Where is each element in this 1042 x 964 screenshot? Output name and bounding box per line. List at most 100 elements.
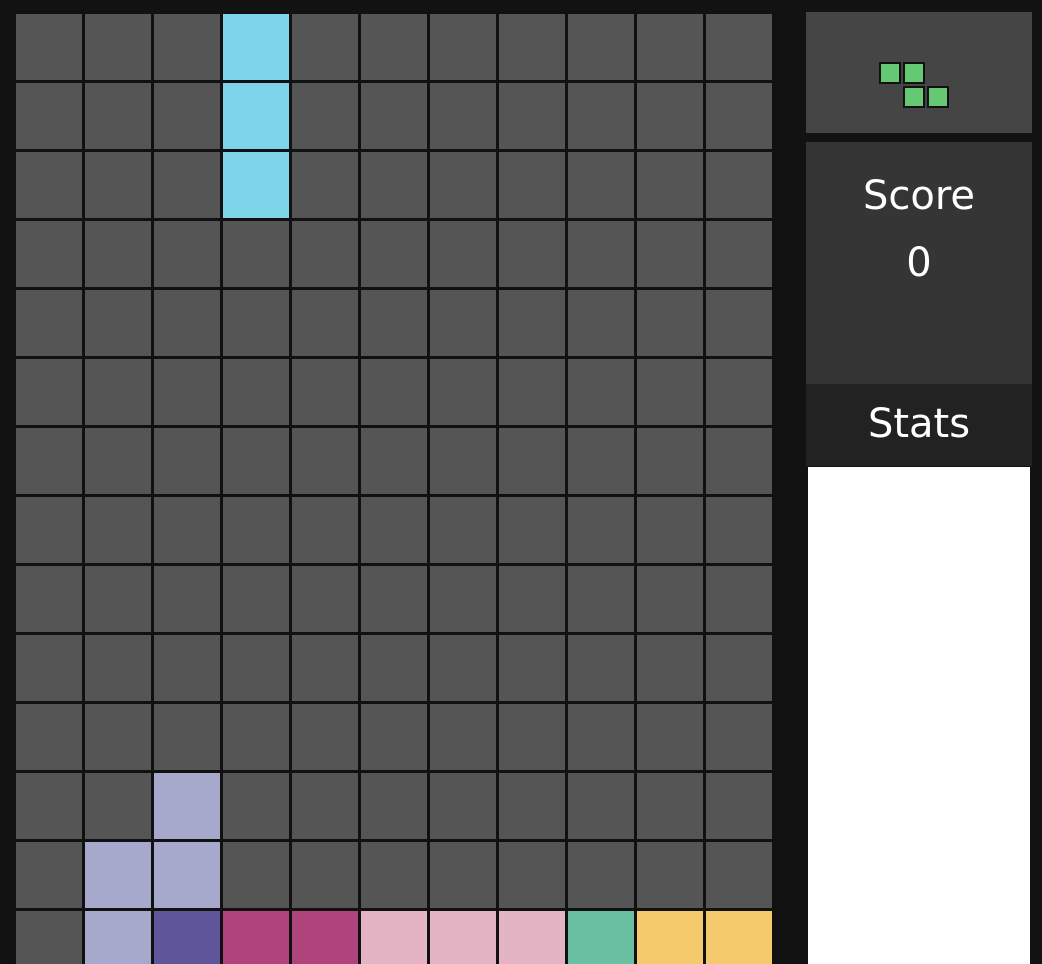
- board-cell-filled: [361, 911, 427, 964]
- board-cell: [430, 290, 496, 356]
- board-cell: [85, 497, 151, 563]
- board-cell: [430, 428, 496, 494]
- next-piece-block: [903, 86, 925, 108]
- board-cell-filled: [292, 911, 358, 964]
- board-cell: [16, 152, 82, 218]
- board-cell: [223, 428, 289, 494]
- board-cell: [16, 359, 82, 425]
- board-cell-filled: [85, 842, 151, 908]
- board-cell: [85, 773, 151, 839]
- board-cell: [16, 428, 82, 494]
- board-cell: [568, 152, 634, 218]
- board-cell: [499, 359, 565, 425]
- board-cell: [85, 635, 151, 701]
- board-cell: [706, 704, 772, 770]
- board-cell: [499, 14, 565, 80]
- score-label: Score: [862, 173, 976, 219]
- board-cell: [637, 221, 703, 287]
- stats-header[interactable]: Stats: [806, 384, 1032, 466]
- board-cell: [430, 221, 496, 287]
- board-cell: [430, 773, 496, 839]
- board-cell: [706, 83, 772, 149]
- board-cell: [637, 359, 703, 425]
- board-cell: [154, 635, 220, 701]
- score-value: 0: [906, 240, 932, 286]
- board-cell: [568, 14, 634, 80]
- board-cell: [292, 773, 358, 839]
- board-cell: [637, 14, 703, 80]
- board-cell: [16, 290, 82, 356]
- board-cell: [223, 704, 289, 770]
- board-cell: [568, 773, 634, 839]
- board-cell: [499, 428, 565, 494]
- board-cell: [361, 635, 427, 701]
- board-cell: [85, 221, 151, 287]
- next-piece-panel: [806, 12, 1032, 133]
- board-cell: [223, 773, 289, 839]
- next-piece-block: [927, 86, 949, 108]
- board-cell: [637, 428, 703, 494]
- board-cell: [568, 359, 634, 425]
- game-board: [14, 12, 776, 964]
- board-cell: [154, 290, 220, 356]
- board-cell: [361, 566, 427, 632]
- board-cell: [568, 497, 634, 563]
- board-cell: [16, 497, 82, 563]
- board-cell: [16, 566, 82, 632]
- board-cell: [706, 635, 772, 701]
- board-cell: [154, 428, 220, 494]
- board-cell: [154, 359, 220, 425]
- board-cell: [292, 842, 358, 908]
- board-cell: [499, 842, 565, 908]
- board-cell: [706, 14, 772, 80]
- board-cell: [85, 428, 151, 494]
- board-cell: [16, 842, 82, 908]
- board-cell: [430, 359, 496, 425]
- board-cell: [499, 566, 565, 632]
- board-cell: [223, 497, 289, 563]
- board-cell: [499, 221, 565, 287]
- board-cell: [361, 290, 427, 356]
- board-cell: [430, 152, 496, 218]
- board-cell: [154, 566, 220, 632]
- board-cell: [568, 221, 634, 287]
- board-cell-filled: [499, 911, 565, 964]
- board-cell: [361, 773, 427, 839]
- board-cell: [637, 497, 703, 563]
- board-cell: [85, 359, 151, 425]
- board-cell: [637, 290, 703, 356]
- z-tetromino-icon: [806, 12, 1032, 133]
- board-cell-filled: [430, 911, 496, 964]
- board-cell: [85, 704, 151, 770]
- board-cell: [85, 14, 151, 80]
- board-cell: [568, 635, 634, 701]
- board-cell: [706, 566, 772, 632]
- board-cell: [637, 704, 703, 770]
- board-cell-filled: [154, 842, 220, 908]
- board-cell: [361, 704, 427, 770]
- score-panel: Score 0: [806, 142, 1032, 384]
- board-cell-filled: [223, 152, 289, 218]
- board-cell: [430, 635, 496, 701]
- board-cell: [292, 428, 358, 494]
- board-cell: [568, 704, 634, 770]
- board-cell: [292, 14, 358, 80]
- board-cell: [499, 773, 565, 839]
- board-cell-filled: [223, 911, 289, 964]
- board-cell: [568, 290, 634, 356]
- board-cell: [430, 14, 496, 80]
- board-cell: [154, 152, 220, 218]
- board-cell: [637, 566, 703, 632]
- board-cell: [223, 566, 289, 632]
- board-cell: [223, 635, 289, 701]
- board-cell: [223, 359, 289, 425]
- board-cell-filled: [154, 911, 220, 964]
- board-cell: [430, 83, 496, 149]
- board-cell: [430, 842, 496, 908]
- board-cell: [706, 221, 772, 287]
- board-cell: [223, 842, 289, 908]
- board-cell: [223, 290, 289, 356]
- board-cell: [292, 704, 358, 770]
- board-cell: [706, 497, 772, 563]
- board-cell: [706, 428, 772, 494]
